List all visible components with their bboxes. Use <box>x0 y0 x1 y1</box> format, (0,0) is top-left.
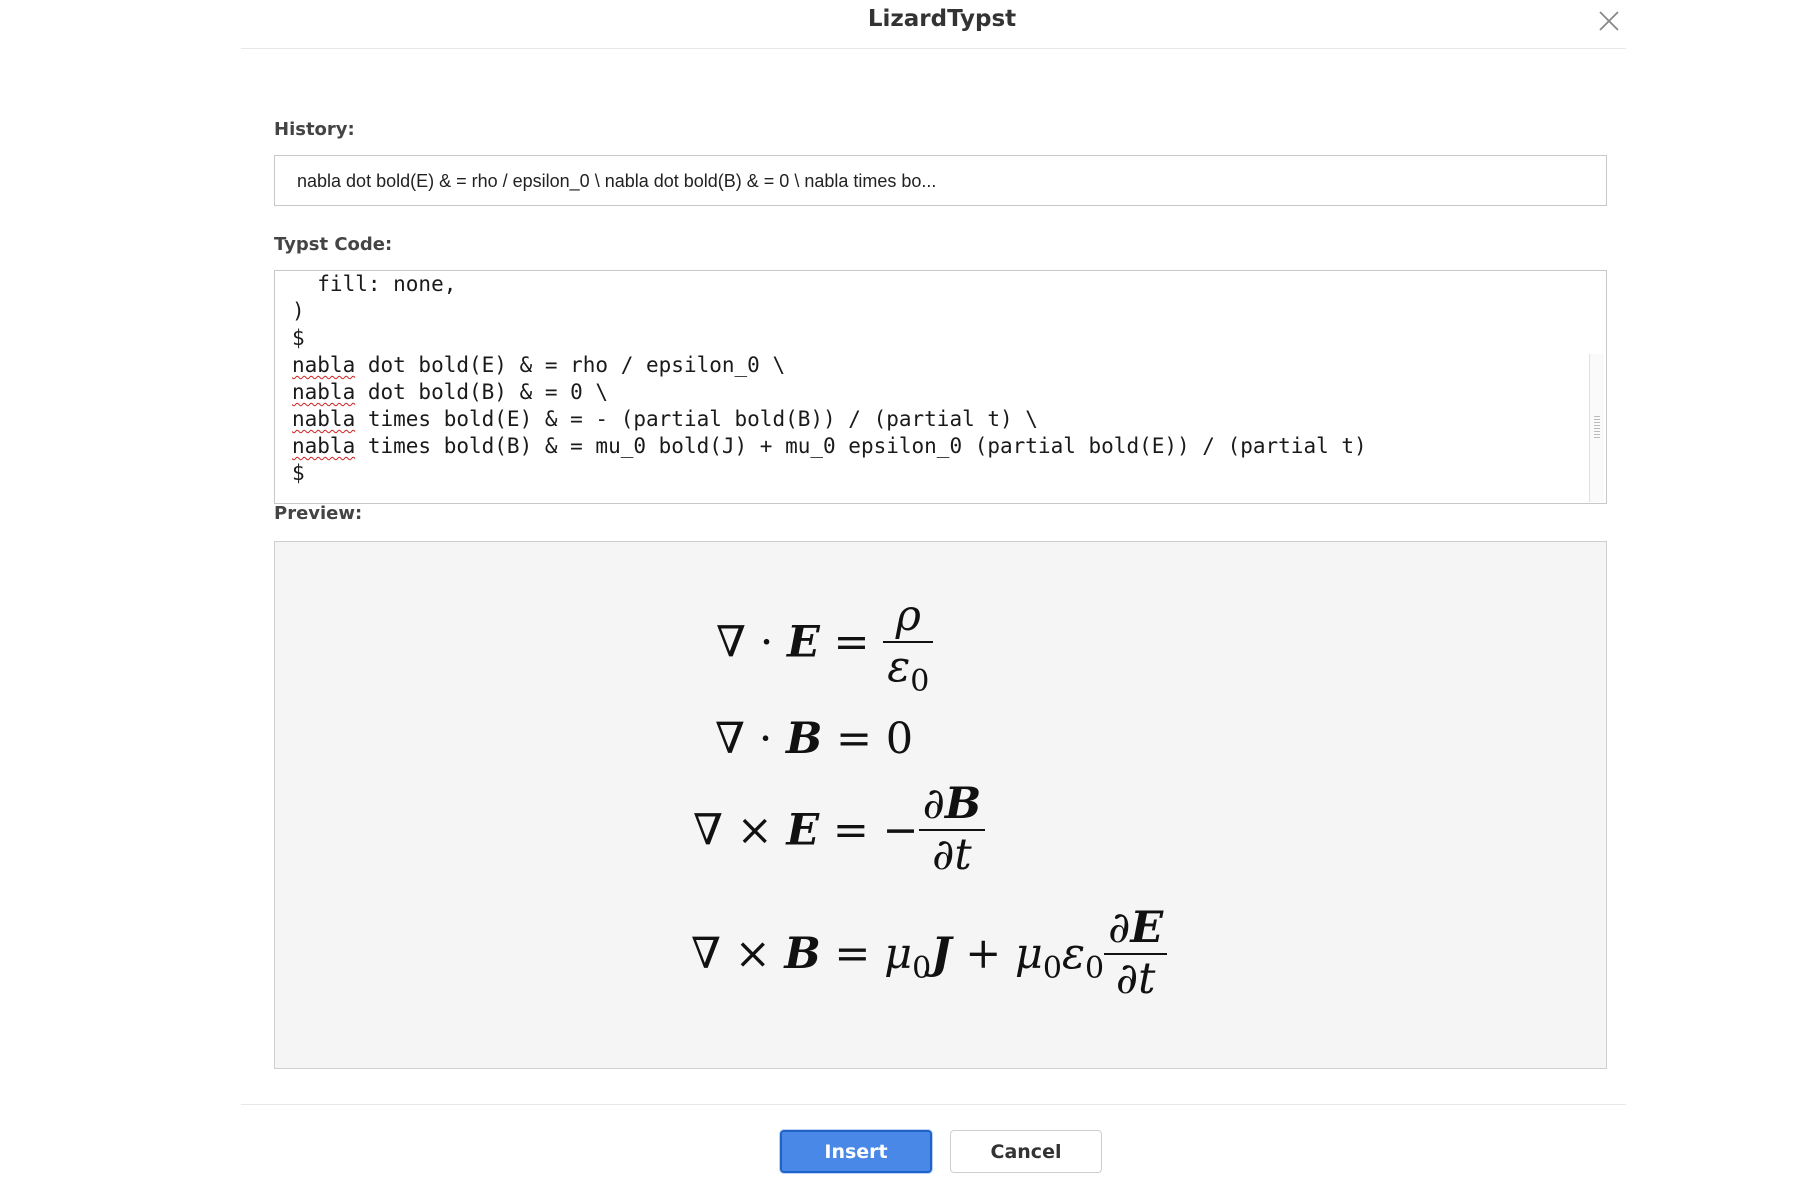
code-line[interactable]: $ <box>292 460 1367 487</box>
spellcheck-underline: nabla <box>292 353 356 377</box>
code-line[interactable]: fill: none, <box>292 271 1367 298</box>
code-text: times bold(B) & = mu_0 bold(J) + mu_0 ep… <box>355 434 1367 458</box>
typst-code-editor[interactable]: fill: none,) $ nabla dot bold(E) & = rho /… <box>274 270 1607 504</box>
spellcheck-underline: nabla <box>292 380 356 404</box>
code-line[interactable]: nabla dot bold(B) & = 0 \ <box>292 379 1367 406</box>
code-line[interactable]: nabla times bold(B) & = mu_0 bold(J) + m… <box>292 433 1367 460</box>
preview-label: Preview: <box>274 503 363 524</box>
header-divider <box>241 48 1626 49</box>
editor-scrollbar[interactable] <box>1589 354 1604 502</box>
insert-button[interactable]: Insert <box>780 1130 932 1173</box>
footer-divider <box>241 1104 1626 1105</box>
equation-ampere: ∇ × B = μ0J + μ0ε0 ∂E ∂t <box>691 903 1168 1005</box>
close-button[interactable] <box>1595 7 1623 35</box>
history-value: nabla dot bold(E) & = rho / epsilon_0 \ … <box>297 171 937 191</box>
code-line[interactable]: nabla dot bold(E) & = rho / epsilon_0 \ <box>292 352 1367 379</box>
lizardtypst-dialog: LizardTypst History: nabla dot bold(E) &… <box>0 0 1800 1180</box>
spellcheck-underline: nabla <box>292 407 356 431</box>
history-select[interactable]: nabla dot bold(E) & = rho / epsilon_0 \ … <box>274 155 1607 206</box>
equation-gauss-magnetic: ∇ · B = 0 <box>715 714 914 764</box>
preview-panel: ∇ · E = ρ ε0 ∇ · B = 0 ∇ × E = − ∂B ∂t ∇ × … <box>274 541 1607 1069</box>
code-text: times bold(E) & = - (partial bold(B)) / … <box>355 407 1038 431</box>
code-text: fill: none, <box>292 272 457 296</box>
typst-code-label: Typst Code: <box>274 234 393 255</box>
code-line[interactable]: nabla times bold(E) & = - (partial bold(… <box>292 406 1367 433</box>
history-label: History: <box>274 119 355 140</box>
code-text: $ <box>292 326 305 350</box>
equation-gauss-electric: ∇ · E = ρ ε0 <box>716 591 934 697</box>
spellcheck-underline: nabla <box>292 434 356 458</box>
close-icon <box>1599 11 1619 31</box>
code-text: $ <box>292 461 305 485</box>
code-text: ) <box>292 299 305 323</box>
code-text: dot bold(E) & = rho / epsilon_0 \ <box>355 353 786 377</box>
dialog-title: LizardTypst <box>867 6 1017 32</box>
equation-faraday: ∇ × E = − ∂B ∂t <box>693 779 986 881</box>
code-text: dot bold(B) & = 0 \ <box>355 380 609 404</box>
resize-grip-icon[interactable] <box>1594 416 1600 438</box>
code-line[interactable]: $ <box>292 325 1367 352</box>
code-line[interactable]: ) <box>292 298 1367 325</box>
code-lines: fill: none,) $ nabla dot bold(E) & = rho /… <box>292 271 1367 487</box>
cancel-button[interactable]: Cancel <box>950 1130 1102 1173</box>
